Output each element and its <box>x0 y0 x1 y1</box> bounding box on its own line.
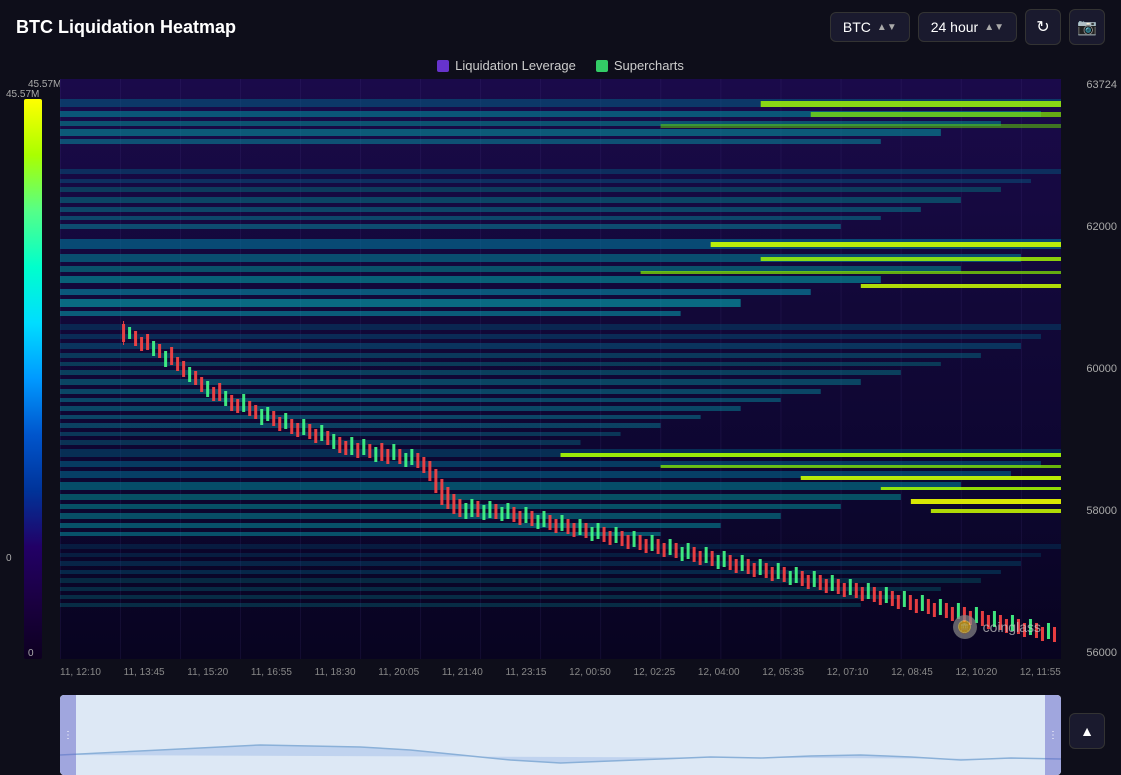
x-label-2: 11, 15:20 <box>187 667 228 678</box>
legend-liquidation: Liquidation Leverage <box>437 58 576 73</box>
refresh-button[interactable]: ↻ <box>1025 9 1061 45</box>
x-label-8: 12, 00:50 <box>569 667 611 678</box>
refresh-icon: ↻ <box>1036 17 1049 37</box>
x-label-4: 11, 18:30 <box>315 667 356 678</box>
x-label-3: 11, 16:55 <box>251 667 292 678</box>
watermark: 🪙 coinglass <box>953 615 1041 639</box>
time-arrow-icon: ▲▼ <box>984 22 1004 33</box>
time-value: 24 hour <box>931 19 978 35</box>
legend-supercharts-dot <box>596 60 608 72</box>
coin-arrow-icon: ▲▼ <box>877 22 897 33</box>
heatmap-svg <box>60 79 1061 659</box>
mini-chart-range-selector[interactable]: ⋮ ⋮ <box>60 695 1061 775</box>
main-chart-area[interactable]: 🪙 coinglass <box>60 79 1061 659</box>
legend-supercharts-label: Supercharts <box>614 58 684 73</box>
x-axis: 11, 12:10 11, 13:45 11, 15:20 11, 16:55 … <box>60 663 1061 682</box>
coin-selector[interactable]: BTC ▲▼ <box>830 12 910 42</box>
chart-legend: Liquidation Leverage Supercharts <box>0 54 1121 79</box>
x-label-6: 11, 21:40 <box>442 667 483 678</box>
y-right-63724: 63724 <box>1065 79 1117 91</box>
range-thumb-left[interactable]: ⋮ <box>60 695 76 775</box>
controls-area: BTC ▲▼ 24 hour ▲▼ ↻ 📷 <box>830 9 1105 45</box>
y-axis-left: 45.57M 0 <box>0 79 60 659</box>
y-right-56000: 56000 <box>1065 647 1117 659</box>
time-selector[interactable]: 24 hour ▲▼ <box>918 12 1017 42</box>
y-left-bottom: 0 <box>28 648 56 659</box>
range-thumb-right[interactable]: ⋮ <box>1045 695 1061 775</box>
legend-liquidation-label: Liquidation Leverage <box>455 58 576 73</box>
watermark-logo-icon: 🪙 <box>953 615 977 639</box>
camera-icon: 📷 <box>1077 17 1097 37</box>
x-label-10: 12, 04:00 <box>698 667 740 678</box>
x-label-15: 12, 11:55 <box>1020 667 1061 678</box>
x-label-1: 11, 13:45 <box>124 667 165 678</box>
x-label-12: 12, 07:10 <box>827 667 869 678</box>
x-label-0: 11, 12:10 <box>60 667 101 678</box>
mini-chart-svg <box>60 695 1061 775</box>
watermark-text: coinglass <box>983 619 1041 635</box>
scroll-up-button[interactable]: ▲ <box>1069 713 1105 749</box>
y-right-58000: 58000 <box>1065 505 1117 517</box>
legend-liquidation-dot <box>437 60 449 72</box>
scroll-up-icon: ▲ <box>1080 723 1094 739</box>
x-label-7: 11, 23:15 <box>505 667 546 678</box>
y-left-top: 45.57M <box>28 79 56 90</box>
header: BTC Liquidation Heatmap BTC ▲▼ 24 hour ▲… <box>0 0 1121 54</box>
chart-wrapper: 45.57M 0 45.57M 0 63724 62000 60000 5800… <box>0 79 1121 699</box>
legend-supercharts: Supercharts <box>596 58 684 73</box>
coin-value: BTC <box>843 19 871 35</box>
y-axis-right: 63724 62000 60000 58000 56000 <box>1061 79 1121 659</box>
x-label-14: 12, 10:20 <box>955 667 997 678</box>
screenshot-button[interactable]: 📷 <box>1069 9 1105 45</box>
x-label-5: 11, 20:05 <box>378 667 419 678</box>
y-right-60000: 60000 <box>1065 363 1117 375</box>
y-right-62000: 62000 <box>1065 221 1117 233</box>
x-label-11: 12, 05:35 <box>762 667 804 678</box>
x-label-9: 12, 02:25 <box>634 667 676 678</box>
x-label-13: 12, 08:45 <box>891 667 933 678</box>
page-title: BTC Liquidation Heatmap <box>16 17 830 38</box>
